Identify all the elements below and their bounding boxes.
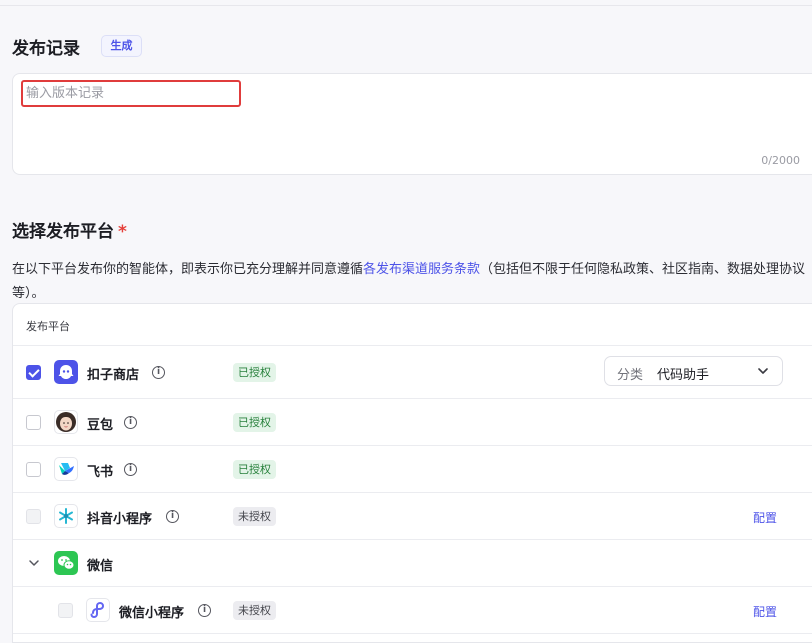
status-badge: 已授权 <box>233 460 276 479</box>
configure-button[interactable]: 配置 <box>753 603 777 620</box>
generate-button[interactable]: 生成 <box>101 35 142 57</box>
wechat-miniprogram-icon <box>86 598 110 622</box>
configure-button[interactable]: 配置 <box>753 509 777 526</box>
platform-column-header: 发布平台 <box>26 320 70 333</box>
feishu-checkbox[interactable] <box>26 462 41 477</box>
info-icon[interactable]: i <box>124 463 137 476</box>
platform-name: 豆包 <box>87 418 114 433</box>
platform-row-douyin-miniprogram: 抖音小程序 i 未授权 配置 <box>13 493 812 540</box>
platform-row-doubao: 豆包 i 已授权 <box>13 399 812 446</box>
terms-text-before: 在以下平台发布你的智能体，即表示你已充分理解并同意遵循 <box>12 262 364 277</box>
platform-row-wechat[interactable]: 微信 <box>13 540 812 587</box>
release-record-input[interactable] <box>21 80 241 107</box>
status-badge: 未授权 <box>233 507 276 526</box>
status-badge: 已授权 <box>233 413 276 432</box>
platform-table-header: 发布平台 <box>13 304 812 346</box>
category-select[interactable]: 分类 代码助手 <box>604 356 783 386</box>
coze-store-icon <box>54 360 78 384</box>
status-badge: 已授权 <box>233 363 276 382</box>
platform-table: 发布平台 扣子商店 i 已授权 分类 代码助手 豆包 i 已授权 飞书 i 已授… <box>12 303 812 643</box>
info-icon[interactable]: i <box>198 604 211 617</box>
platform-name: 抖音小程序 <box>87 512 153 527</box>
required-mark: * <box>118 222 127 242</box>
platform-row-feishu: 飞书 i 已授权 <box>13 446 812 493</box>
platform-terms-description: 在以下平台发布你的智能体，即表示你已充分理解并同意遵循各发布渠道服务条款（包括但… <box>12 258 812 306</box>
info-icon[interactable]: i <box>152 366 165 379</box>
release-record-textarea[interactable]: 0/2000 <box>12 73 812 175</box>
platform-row-wechat-miniprogram: 微信小程序 i 未授权 配置 <box>13 587 812 634</box>
top-divider <box>0 0 812 6</box>
platform-name: 扣子商店 <box>87 368 140 383</box>
wechat-icon <box>54 551 78 575</box>
char-counter: 0/2000 <box>761 154 800 167</box>
wechat-miniprogram-checkbox[interactable] <box>58 603 73 618</box>
chevron-down-icon[interactable] <box>28 557 40 569</box>
select-platform-title-text: 选择发布平台 <box>12 222 114 242</box>
doubao-checkbox[interactable] <box>26 415 41 430</box>
douyin-miniprogram-icon <box>54 504 78 528</box>
feishu-icon <box>54 457 78 481</box>
platform-name: 微信 <box>87 559 114 574</box>
info-icon[interactable]: i <box>124 416 137 429</box>
platform-row-coze-store: 扣子商店 i 已授权 分类 代码助手 <box>13 346 812 399</box>
category-value: 代码助手 <box>657 368 710 383</box>
coze-store-checkbox[interactable] <box>26 365 41 380</box>
status-badge: 未授权 <box>233 601 276 620</box>
doubao-avatar-icon <box>54 410 78 434</box>
release-record-title: 发布记录 <box>12 39 80 59</box>
info-icon[interactable]: i <box>166 510 179 523</box>
platform-name: 飞书 <box>87 465 114 480</box>
select-platform-title: 选择发布平台 * <box>12 217 127 242</box>
platform-name: 微信小程序 <box>119 606 185 621</box>
douyin-miniprogram-checkbox[interactable] <box>26 509 41 524</box>
service-terms-link[interactable]: 各发布渠道服务条款 <box>363 262 480 277</box>
chevron-down-icon <box>758 368 768 374</box>
category-label: 分类 <box>617 368 644 383</box>
